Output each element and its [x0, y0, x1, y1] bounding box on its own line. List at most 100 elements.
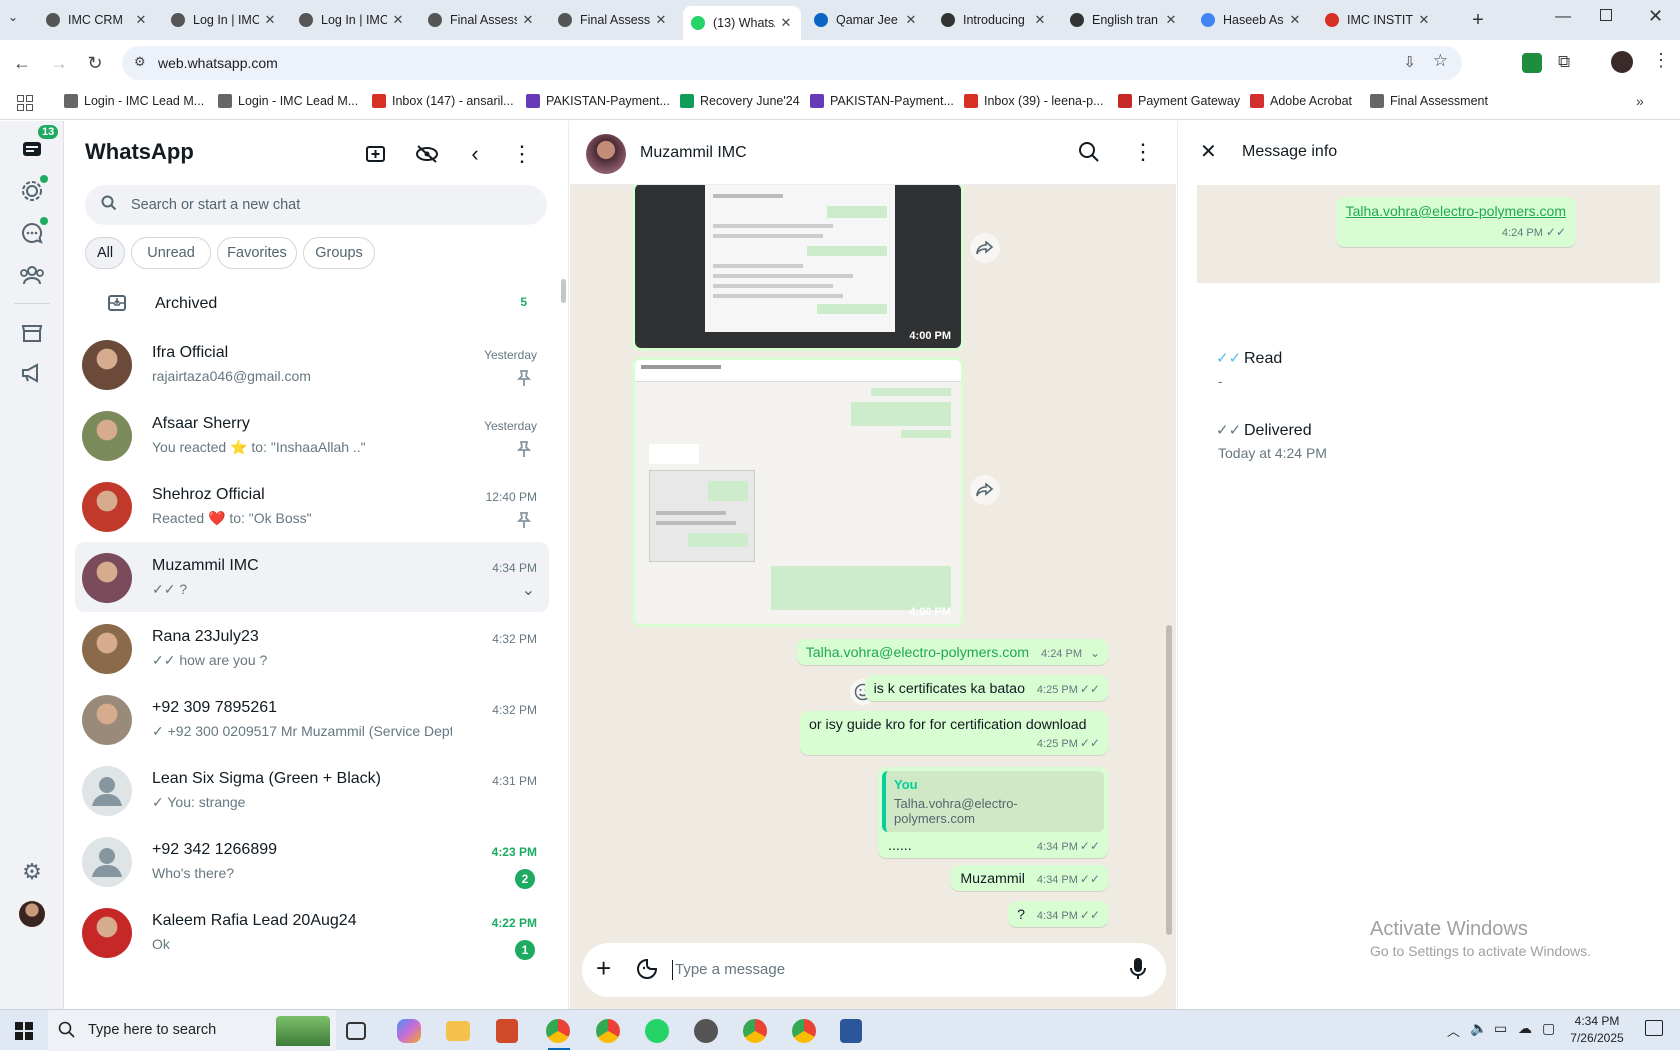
sticker-emoji-icon[interactable]: [636, 958, 658, 985]
menu-icon[interactable]: ⋮: [508, 141, 536, 167]
outgoing-quoted-message[interactable]: You Talha.vohra@electro-polymers.com ...…: [878, 767, 1108, 858]
volume-icon[interactable]: 🔈: [1470, 1020, 1487, 1037]
outgoing-message[interactable]: or isy guide kro for for certification d…: [800, 711, 1108, 755]
outgoing-message[interactable]: ? 4:34 PM ✓✓: [1008, 901, 1108, 927]
tab-close-icon[interactable]: ✕: [521, 12, 535, 28]
bookmark-item[interactable]: Inbox (39) - leena-p...: [964, 94, 1104, 108]
forward-icon[interactable]: [970, 233, 1000, 263]
browser-tab[interactable]: English tran ✕: [1062, 6, 1186, 34]
onedrive-icon[interactable]: ☁: [1518, 1020, 1532, 1037]
task-view-icon[interactable]: [346, 1022, 366, 1040]
contact-avatar[interactable]: [586, 134, 626, 174]
ads-megaphone-icon[interactable]: [18, 359, 46, 387]
message-input[interactable]: Type a message: [672, 953, 1102, 987]
notifications-icon[interactable]: [1645, 1020, 1663, 1036]
new-tab-button[interactable]: +: [1465, 7, 1491, 33]
message-options-chevron-icon[interactable]: ⌄: [1090, 646, 1100, 660]
word-icon[interactable]: [840, 1019, 862, 1043]
channels-icon[interactable]: [18, 217, 48, 247]
browser-tab[interactable]: Haseeb Ashr ✕: [1193, 6, 1310, 34]
browser-tab[interactable]: IMC INSTITUT ✕: [1317, 6, 1439, 34]
chat-row[interactable]: Lean Six Sigma (Green + Black) ✓ You: str…: [75, 755, 549, 825]
taskbar-date[interactable]: 7/26/2025: [1562, 1031, 1632, 1045]
forward-button[interactable]: →: [46, 50, 72, 76]
tab-close-icon[interactable]: ✕: [1288, 12, 1302, 28]
outgoing-message[interactable]: Talha.vohra@electro-polymers.com 4:24 PM…: [796, 639, 1108, 665]
image-message[interactable]: 4:00 PM: [632, 357, 964, 627]
browser-tab[interactable]: Final Assessm ✕: [420, 6, 543, 34]
communities-icon[interactable]: [18, 261, 46, 289]
chat-row[interactable]: +92 309 7895261 ✓ +92 300 0209517 Mr Muza…: [75, 684, 549, 754]
network-icon[interactable]: ▭: [1494, 1020, 1507, 1037]
chrome-window-2-icon[interactable]: [792, 1019, 816, 1043]
tab-close-icon[interactable]: ✕: [1417, 12, 1431, 28]
filter-unread[interactable]: Unread: [131, 237, 211, 269]
tab-close-icon[interactable]: ✕: [654, 12, 668, 28]
tab-close-icon[interactable]: ✕: [263, 12, 277, 28]
profile-photo[interactable]: [19, 901, 45, 927]
chat-row[interactable]: +92 342 1266899 Who's there? 4:23 PM 2: [75, 826, 549, 896]
microphone-icon[interactable]: [1130, 957, 1146, 986]
message-link[interactable]: Talha.vohra@electro-polymers.com: [806, 645, 1029, 661]
bookmark-item[interactable]: Inbox (147) - ansaril...: [372, 94, 514, 108]
tab-close-icon[interactable]: ✕: [391, 12, 405, 28]
maximize-button[interactable]: [1600, 9, 1612, 21]
bookmark-item[interactable]: Login - IMC Lead M...: [218, 94, 358, 108]
chat-row[interactable]: Rana 23July23 ✓✓ how are you ? 4:32 PM: [75, 613, 549, 683]
browser-tab[interactable]: IMC CRM ✕: [38, 6, 156, 34]
filter-all[interactable]: All: [85, 237, 125, 269]
tab-close-icon[interactable]: ✕: [779, 15, 793, 31]
archived-row[interactable]: Archived 5: [65, 279, 569, 327]
apps-grid-icon[interactable]: [17, 95, 33, 111]
bookmark-star-icon[interactable]: ☆: [1433, 51, 1448, 71]
browser-tab[interactable]: Final Assessm ✕: [550, 6, 676, 34]
filter-groups[interactable]: Groups: [303, 237, 375, 269]
search-in-chat-icon[interactable]: [1078, 141, 1100, 168]
install-app-icon[interactable]: ⇩: [1403, 53, 1416, 71]
new-chat-icon[interactable]: [362, 141, 390, 167]
tab-close-icon[interactable]: ✕: [134, 12, 148, 28]
outgoing-message[interactable]: is k certificates ka batao 4:25 PM ✓✓: [864, 675, 1108, 701]
tab-close-icon[interactable]: ✕: [1033, 12, 1047, 28]
conversation-scrollbar[interactable]: [1166, 625, 1172, 935]
more-bookmarks-icon[interactable]: »: [1636, 93, 1644, 109]
windows-start-icon[interactable]: [15, 1022, 33, 1040]
clock-app-icon[interactable]: [694, 1019, 718, 1043]
profile-avatar[interactable]: [1611, 51, 1633, 73]
business-tools-icon[interactable]: [18, 319, 46, 347]
conversation-menu-icon[interactable]: ⋮: [1132, 139, 1154, 165]
bookmark-item[interactable]: Payment Gateway: [1118, 94, 1240, 108]
chat-row[interactable]: Kaleem Rafia Lead 20Aug24 Ok 4:22 PM 1: [75, 897, 549, 967]
show-hidden-icons-icon[interactable]: ︿: [1447, 1021, 1460, 1040]
chat-row[interactable]: Muzammil IMC ✓✓ ? 4:34 PM ⌄: [75, 542, 549, 612]
chat-options-chevron-icon[interactable]: ⌄: [522, 580, 535, 600]
bookmark-item[interactable]: Login - IMC Lead M...: [64, 94, 204, 108]
taskbar-time[interactable]: 4:34 PM: [1562, 1014, 1632, 1028]
site-info-icon[interactable]: ⚙: [134, 54, 146, 70]
tab-close-icon[interactable]: ✕: [904, 12, 918, 28]
chat-list-scrollbar[interactable]: [561, 279, 566, 303]
reload-button[interactable]: ↻: [82, 50, 108, 76]
tab-close-icon[interactable]: ✕: [1164, 12, 1178, 28]
browser-tab[interactable]: Log In | IMC ✕: [163, 6, 285, 34]
image-message[interactable]: 4:00 PM: [632, 185, 964, 351]
taskbar-search-box[interactable]: Type here to search: [48, 1010, 336, 1051]
status-icon[interactable]: [18, 175, 48, 205]
browser-menu-icon[interactable]: ⋮: [1652, 50, 1670, 71]
chat-row[interactable]: Ifra Official rajairtaza046@gmail.com Yest…: [75, 329, 549, 399]
chrome-profile-icon[interactable]: [596, 1019, 620, 1043]
chat-row[interactable]: Shehroz Official Reacted ❤️ to: "Ok Boss"…: [75, 471, 549, 541]
bookmark-item[interactable]: Final Assessment: [1370, 94, 1488, 108]
chevron-left-icon[interactable]: ‹: [461, 141, 489, 167]
close-window-button[interactable]: ✕: [1648, 6, 1663, 27]
tab-search-dropdown-icon[interactable]: ⌄: [8, 10, 18, 24]
filter-favorites[interactable]: Favorites: [217, 237, 297, 269]
whatsapp-extension-icon[interactable]: [1522, 53, 1542, 73]
search-input[interactable]: Search or start a new chat: [85, 185, 547, 225]
browser-tab[interactable]: Qamar Jee ✕: [806, 6, 926, 34]
chat-row[interactable]: Afsaar Sherry You reacted ⭐ to: "InshaaAl…: [75, 400, 549, 470]
address-bar[interactable]: ⚙ web.whatsapp.com ⇩ ☆: [122, 46, 1462, 80]
extensions-icon[interactable]: ⧉: [1558, 52, 1570, 72]
bookmark-item[interactable]: Recovery June'24: [680, 94, 800, 108]
bookmark-item[interactable]: Adobe Acrobat: [1250, 94, 1352, 108]
